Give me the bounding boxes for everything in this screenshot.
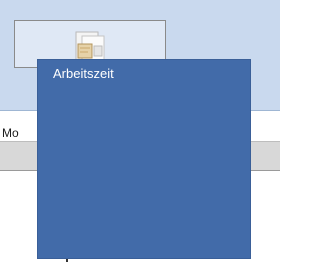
- working-time-popup[interactable]: Arbeitszeit: [37, 59, 251, 259]
- application-window: Mo Arbeitszeit: [0, 0, 280, 266]
- tab-label-partial[interactable]: Mo: [2, 126, 19, 140]
- popup-title: Arbeitszeit: [53, 66, 114, 81]
